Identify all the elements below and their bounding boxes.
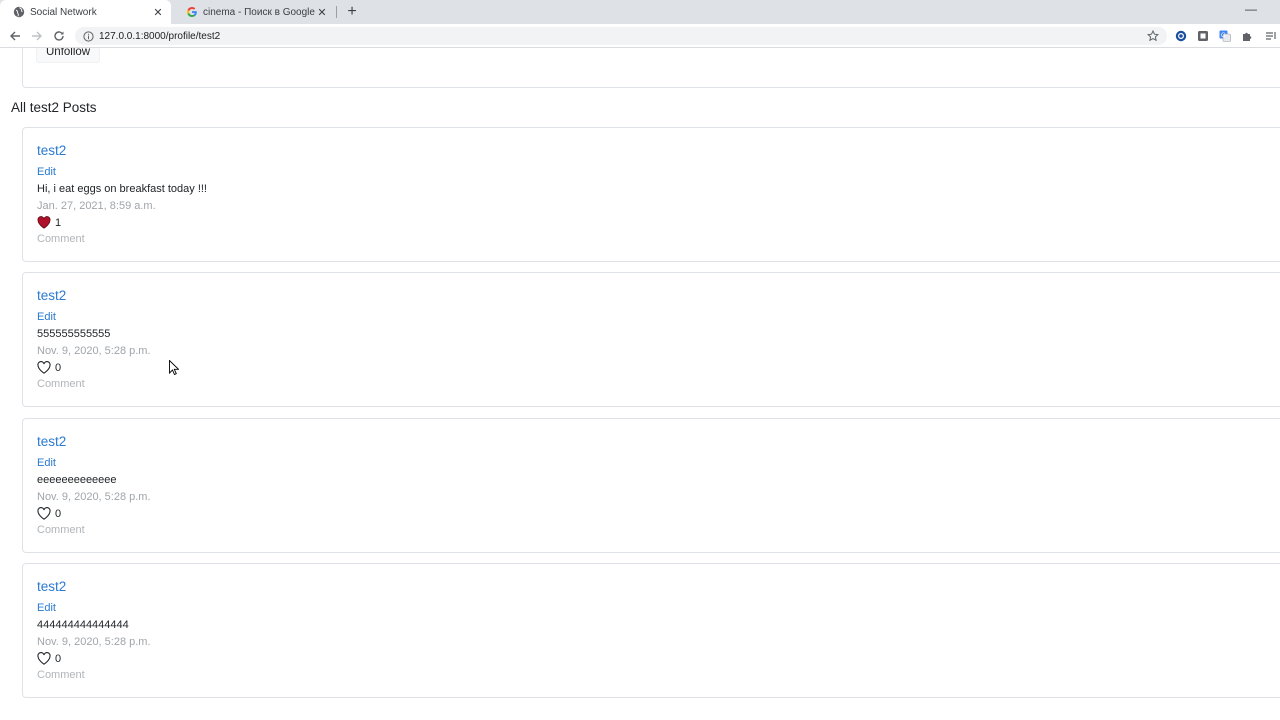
address-bar[interactable]: 127.0.0.1:8000/profile/test2 [75,27,1167,45]
page-content: Unfollow All test2 Posts test2 Edit Hi, … [0,48,1280,720]
heart-outline-icon[interactable] [37,361,51,374]
minimize-window-icon[interactable]: — [1244,2,1258,16]
screenshot-extension-icon[interactable] [1196,29,1210,43]
like-count: 0 [55,507,62,520]
like-control: 0 [37,652,61,665]
translate-extension-icon[interactable]: G [1218,29,1232,43]
back-arrow-icon[interactable] [7,28,23,44]
post-card: test2 Edit 444444444444444 Nov. 9, 2020,… [22,563,1280,698]
edit-post-link[interactable]: Edit [37,311,56,323]
comment-link[interactable]: Comment [37,233,85,245]
heart-filled-icon[interactable] [37,216,51,229]
post-date: Nov. 9, 2020, 5:28 p.m. [37,345,151,357]
close-tab-icon[interactable]: ✕ [151,5,165,19]
new-tab-plus-icon[interactable]: + [343,3,361,21]
unfollow-button[interactable]: Unfollow [36,48,101,63]
post-body: Hi, i eat eggs on breakfast today !!! [37,183,207,195]
like-control: 1 [37,216,61,229]
reload-icon[interactable] [51,28,67,44]
google-icon [186,6,198,18]
like-control: 0 [37,361,61,374]
comment-link[interactable]: Comment [37,669,85,681]
extensions-puzzle-icon[interactable] [1240,29,1254,43]
close-tab-icon[interactable]: ✕ [315,5,329,19]
edit-post-link[interactable]: Edit [37,602,56,614]
browser-toolbar: 127.0.0.1:8000/profile/test2 G [0,24,1280,48]
reading-list-icon[interactable] [1264,29,1278,43]
tab-separator [336,6,337,18]
post-date: Jan. 27, 2021, 8:59 a.m. [37,200,156,212]
post-body: 444444444444444 [37,619,129,631]
profile-card: Unfollow [22,48,1280,88]
post-author-link[interactable]: test2 [37,434,66,449]
globe-icon [13,6,25,18]
tab-google-search[interactable]: cinema - Поиск в Google ✕ [173,0,335,24]
like-control: 0 [37,507,61,520]
tab-title: cinema - Поиск в Google [203,6,315,18]
post-card: test2 Edit 555555555555 Nov. 9, 2020, 5:… [22,272,1280,407]
tab-title: Social Network [30,6,97,18]
post-author-link[interactable]: test2 [37,143,66,158]
browser-tab-strip: Social Network ✕ cinema - Поиск в Google… [0,0,1280,24]
post-card: test2 Edit eeeeeeeeeeeee Nov. 9, 2020, 5… [22,418,1280,553]
posts-section-title: All test2 Posts [11,100,97,115]
edit-post-link[interactable]: Edit [37,457,56,469]
url-text: 127.0.0.1:8000/profile/test2 [99,30,221,42]
tab-social-network[interactable]: Social Network ✕ [0,0,171,24]
svg-text:G: G [1221,33,1226,39]
comment-link[interactable]: Comment [37,378,85,390]
post-date: Nov. 9, 2020, 5:28 p.m. [37,491,151,503]
site-info-icon[interactable] [83,30,94,42]
like-count: 1 [55,216,62,229]
heart-outline-icon[interactable] [37,507,51,520]
edit-post-link[interactable]: Edit [37,166,56,178]
heart-outline-icon[interactable] [37,652,51,665]
comment-link[interactable]: Comment [37,524,85,536]
post-author-link[interactable]: test2 [37,288,66,303]
post-date: Nov. 9, 2020, 5:28 p.m. [37,636,151,648]
mouse-cursor-icon [169,360,179,376]
post-body: eeeeeeeeeeeee [37,474,117,486]
bookmark-star-icon[interactable] [1147,30,1159,42]
forward-arrow-icon[interactable] [29,28,45,44]
vpn-extension-icon[interactable] [1174,29,1188,43]
post-body: 555555555555 [37,328,111,340]
post-author-link[interactable]: test2 [37,579,66,594]
like-count: 0 [55,652,62,665]
post-card: test2 Edit Hi, i eat eggs on breakfast t… [22,127,1280,262]
like-count: 0 [55,361,62,374]
